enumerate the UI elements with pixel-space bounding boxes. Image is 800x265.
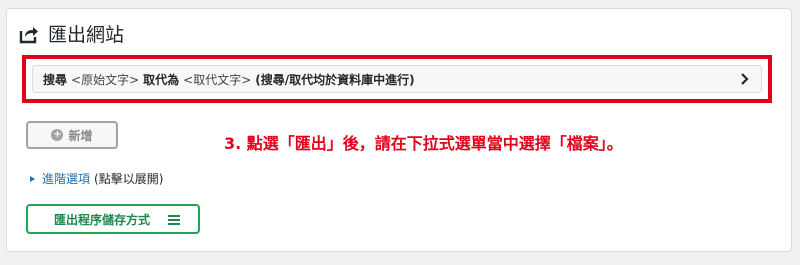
page-title-text: 匯出網站 [48, 24, 125, 46]
search-replace-note: (搜尋/取代均於資料庫中進行) [255, 72, 415, 87]
add-replace-button[interactable]: + 新增 [26, 121, 118, 149]
advanced-options-hint: (點擊以展開) [94, 172, 164, 186]
advanced-options[interactable]: 進階選項 (點擊以展開) [30, 170, 163, 187]
replacement-text-placeholder: <取代文字> [183, 72, 252, 87]
replace-label: 取代為 [143, 72, 180, 87]
advanced-options-link[interactable]: 進階選項 [42, 170, 90, 187]
export-method-label: 匯出程序儲存方式 [54, 212, 151, 227]
original-text-placeholder: <原始文字> [71, 72, 140, 87]
search-replace-highlight: 搜尋 <原始文字> 取代為 <取代文字> (搜尋/取代均於資料庫中進行) [22, 55, 772, 103]
search-replace-toggle[interactable]: 搜尋 <原始文字> 取代為 <取代文字> (搜尋/取代均於資料庫中進行) [32, 65, 762, 93]
plus-circle-icon: + [51, 129, 64, 141]
export-method-button[interactable]: 匯出程序儲存方式 [26, 204, 200, 234]
chevron-right-icon [737, 72, 751, 86]
menu-lines-icon [168, 214, 180, 225]
export-share-icon [18, 23, 40, 45]
caret-right-icon [30, 175, 35, 182]
search-label: 搜尋 [43, 72, 68, 87]
page-title: 匯出網站 [18, 20, 124, 47]
instruction-annotation: 3. 點選「匯出」後，請在下拉式選單當中選擇「檔案」。 [224, 134, 623, 153]
add-button-label: 新增 [68, 128, 93, 143]
